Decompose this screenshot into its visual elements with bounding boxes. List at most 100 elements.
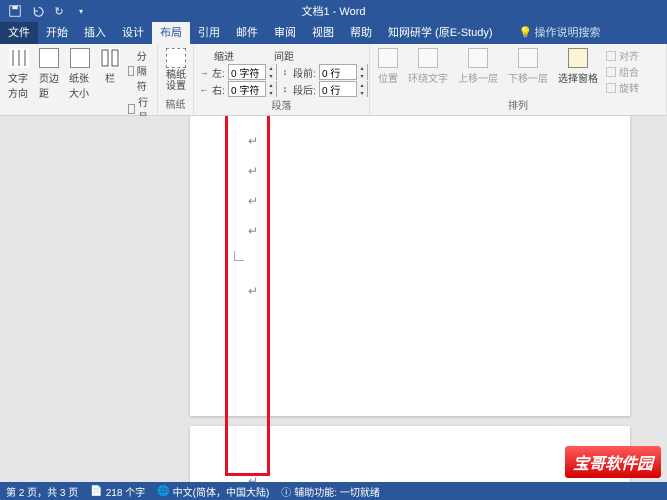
wrap-button: 环绕文字 (404, 46, 452, 87)
backward-button: 下移一层 (504, 46, 552, 87)
spin-up[interactable]: ▴ (266, 64, 276, 72)
manuscript-icon (166, 48, 186, 68)
lightbulb-icon: 💡 (519, 26, 531, 38)
tab-references[interactable]: 引用 (190, 20, 228, 44)
group-page-setup: 文字方向 页边距 纸张大小 栏 分隔符 行号 断字 页面设置 (0, 44, 158, 115)
position-icon (378, 48, 398, 68)
orientation-button[interactable]: 文字方向 (4, 46, 33, 102)
columns-label: 栏 (105, 70, 115, 85)
spacing-before-input[interactable] (320, 67, 356, 78)
margins-button[interactable]: 页边距 (35, 46, 63, 102)
status-page[interactable]: 第 2 页，共 3 页 (6, 484, 78, 499)
tab-review[interactable]: 审阅 (266, 20, 304, 44)
status-language[interactable]: 🌐 中文(简体，中国大陆) (157, 484, 269, 499)
backward-label: 下移一层 (508, 70, 548, 85)
columns-icon (100, 48, 120, 68)
spin-down[interactable]: ▾ (357, 72, 367, 80)
tab-design[interactable]: 设计 (114, 20, 152, 44)
margins-label: 页边距 (39, 70, 59, 100)
save-icon[interactable] (8, 4, 22, 18)
document-area[interactable]: ↵ ↵ ↵ ↵ ↵ ↵ ↵ ↵ ↵ ↵ (0, 116, 667, 482)
quick-access-toolbar: ↻ ▾ (0, 4, 88, 18)
group-button: 组合 (606, 64, 639, 79)
tab-file[interactable]: 文件 (0, 20, 38, 44)
spin-down[interactable]: ▾ (357, 89, 367, 97)
spacing-before-label: 段前: (293, 65, 317, 80)
spin-down[interactable]: ▾ (266, 72, 276, 80)
rotate-icon (606, 83, 616, 93)
paragraph-mark: ↵ (248, 116, 258, 119)
group-arrange: 位置 环绕文字 上移一层 下移一层 选择窗格 对齐 组合 旋转 (370, 44, 667, 115)
window-title: 文档1 - Word (302, 3, 366, 19)
spacing-after-icon: ↕ (279, 83, 291, 95)
spacing-after-spinner[interactable]: ▴▾ (319, 81, 368, 97)
tab-layout[interactable]: 布局 (152, 20, 190, 44)
spin-up[interactable]: ▴ (266, 81, 276, 89)
group-paragraph: 缩进 间距 → 左: ▴▾ ↕ 段前: ▴▾ ← 右: ▴▾ ↕ 段后: (194, 44, 370, 115)
tab-insert[interactable]: 插入 (76, 20, 114, 44)
line-numbers-icon (128, 104, 135, 114)
paragraph-mark: ↵ (248, 134, 258, 149)
ribbon-tabs: 文件 开始 插入 设计 布局 引用 邮件 审阅 视图 帮助 知网研学 (原E-S… (0, 22, 667, 44)
status-accessibility[interactable]: ⓘ 辅助功能: 一切就绪 (281, 484, 380, 499)
tab-estudy[interactable]: 知网研学 (原E-Study) (380, 20, 501, 44)
group-label-arrange: 排列 (374, 97, 662, 114)
tab-home[interactable]: 开始 (38, 20, 76, 44)
document-page-1[interactable]: ↵ ↵ ↵ ↵ ↵ ↵ (190, 116, 630, 416)
undo-icon[interactable] (30, 4, 44, 18)
margin-corner-icon (234, 251, 244, 261)
qat-dropdown-icon[interactable]: ▾ (74, 4, 88, 18)
forward-button: 上移一层 (454, 46, 502, 87)
spin-down[interactable]: ▾ (266, 89, 276, 97)
tell-me-search[interactable]: 💡 操作说明搜索 (513, 20, 607, 44)
statusbar: 第 2 页，共 3 页 📄 218 个字 🌐 中文(简体，中国大陆) ⓘ 辅助功… (0, 482, 667, 500)
spin-up[interactable]: ▴ (357, 81, 367, 89)
tab-mailings[interactable]: 邮件 (228, 20, 266, 44)
breaks-button[interactable]: 分隔符 (128, 48, 151, 93)
watermark-logo: 宝哥软件园 (565, 446, 661, 478)
indent-left-input[interactable] (229, 67, 265, 78)
manuscript-label: 稿纸 设置 (166, 70, 186, 92)
indent-left-spinner[interactable]: ▴▾ (228, 64, 277, 80)
indent-left-icon: → (198, 66, 210, 78)
size-icon (70, 48, 90, 68)
tab-help[interactable]: 帮助 (342, 20, 380, 44)
tell-me-label: 操作说明搜索 (535, 24, 601, 40)
forward-label: 上移一层 (458, 70, 498, 85)
wrap-icon (418, 48, 438, 68)
spin-up[interactable]: ▴ (357, 64, 367, 72)
group-icon (606, 67, 616, 77)
titlebar: ↻ ▾ 文档1 - Word (0, 0, 667, 22)
indent-left-label: 左: (212, 65, 226, 80)
tab-view[interactable]: 视图 (304, 20, 342, 44)
columns-button[interactable]: 栏 (96, 46, 124, 87)
paragraph-mark: ↵ (248, 194, 258, 209)
indent-right-input[interactable] (229, 84, 265, 95)
position-label: 位置 (378, 70, 398, 85)
paragraph-mark: ↵ (248, 284, 258, 299)
indent-header: 缩进 (214, 48, 234, 63)
redo-icon[interactable]: ↻ (52, 4, 66, 18)
language-icon: 🌐 (157, 486, 169, 497)
words-icon: 📄 (90, 486, 102, 497)
status-words[interactable]: 📄 218 个字 (90, 484, 145, 499)
indent-right-icon: ← (198, 83, 210, 95)
spacing-after-input[interactable] (320, 84, 356, 95)
selection-pane-label: 选择窗格 (558, 70, 598, 85)
group-manuscript: 稿纸 设置 稿纸 (158, 44, 194, 115)
size-button[interactable]: 纸张大小 (65, 46, 94, 102)
backward-icon (518, 48, 538, 68)
rotate-button: 旋转 (606, 80, 639, 95)
group-label-paragraph: 段落 (198, 97, 365, 114)
selection-pane-button[interactable]: 选择窗格 (554, 46, 602, 87)
indent-right-spinner[interactable]: ▴▾ (228, 81, 277, 97)
spacing-after-label: 段后: (293, 82, 317, 97)
indent-right-label: 右: (212, 82, 226, 97)
spacing-before-spinner[interactable]: ▴▾ (319, 64, 368, 80)
spacing-before-icon: ↕ (279, 66, 291, 78)
forward-icon (468, 48, 488, 68)
align-icon (606, 51, 616, 61)
align-button: 对齐 (606, 48, 639, 63)
group-label-manuscript: 稿纸 (162, 96, 189, 113)
manuscript-settings-button[interactable]: 稿纸 设置 (162, 46, 190, 94)
